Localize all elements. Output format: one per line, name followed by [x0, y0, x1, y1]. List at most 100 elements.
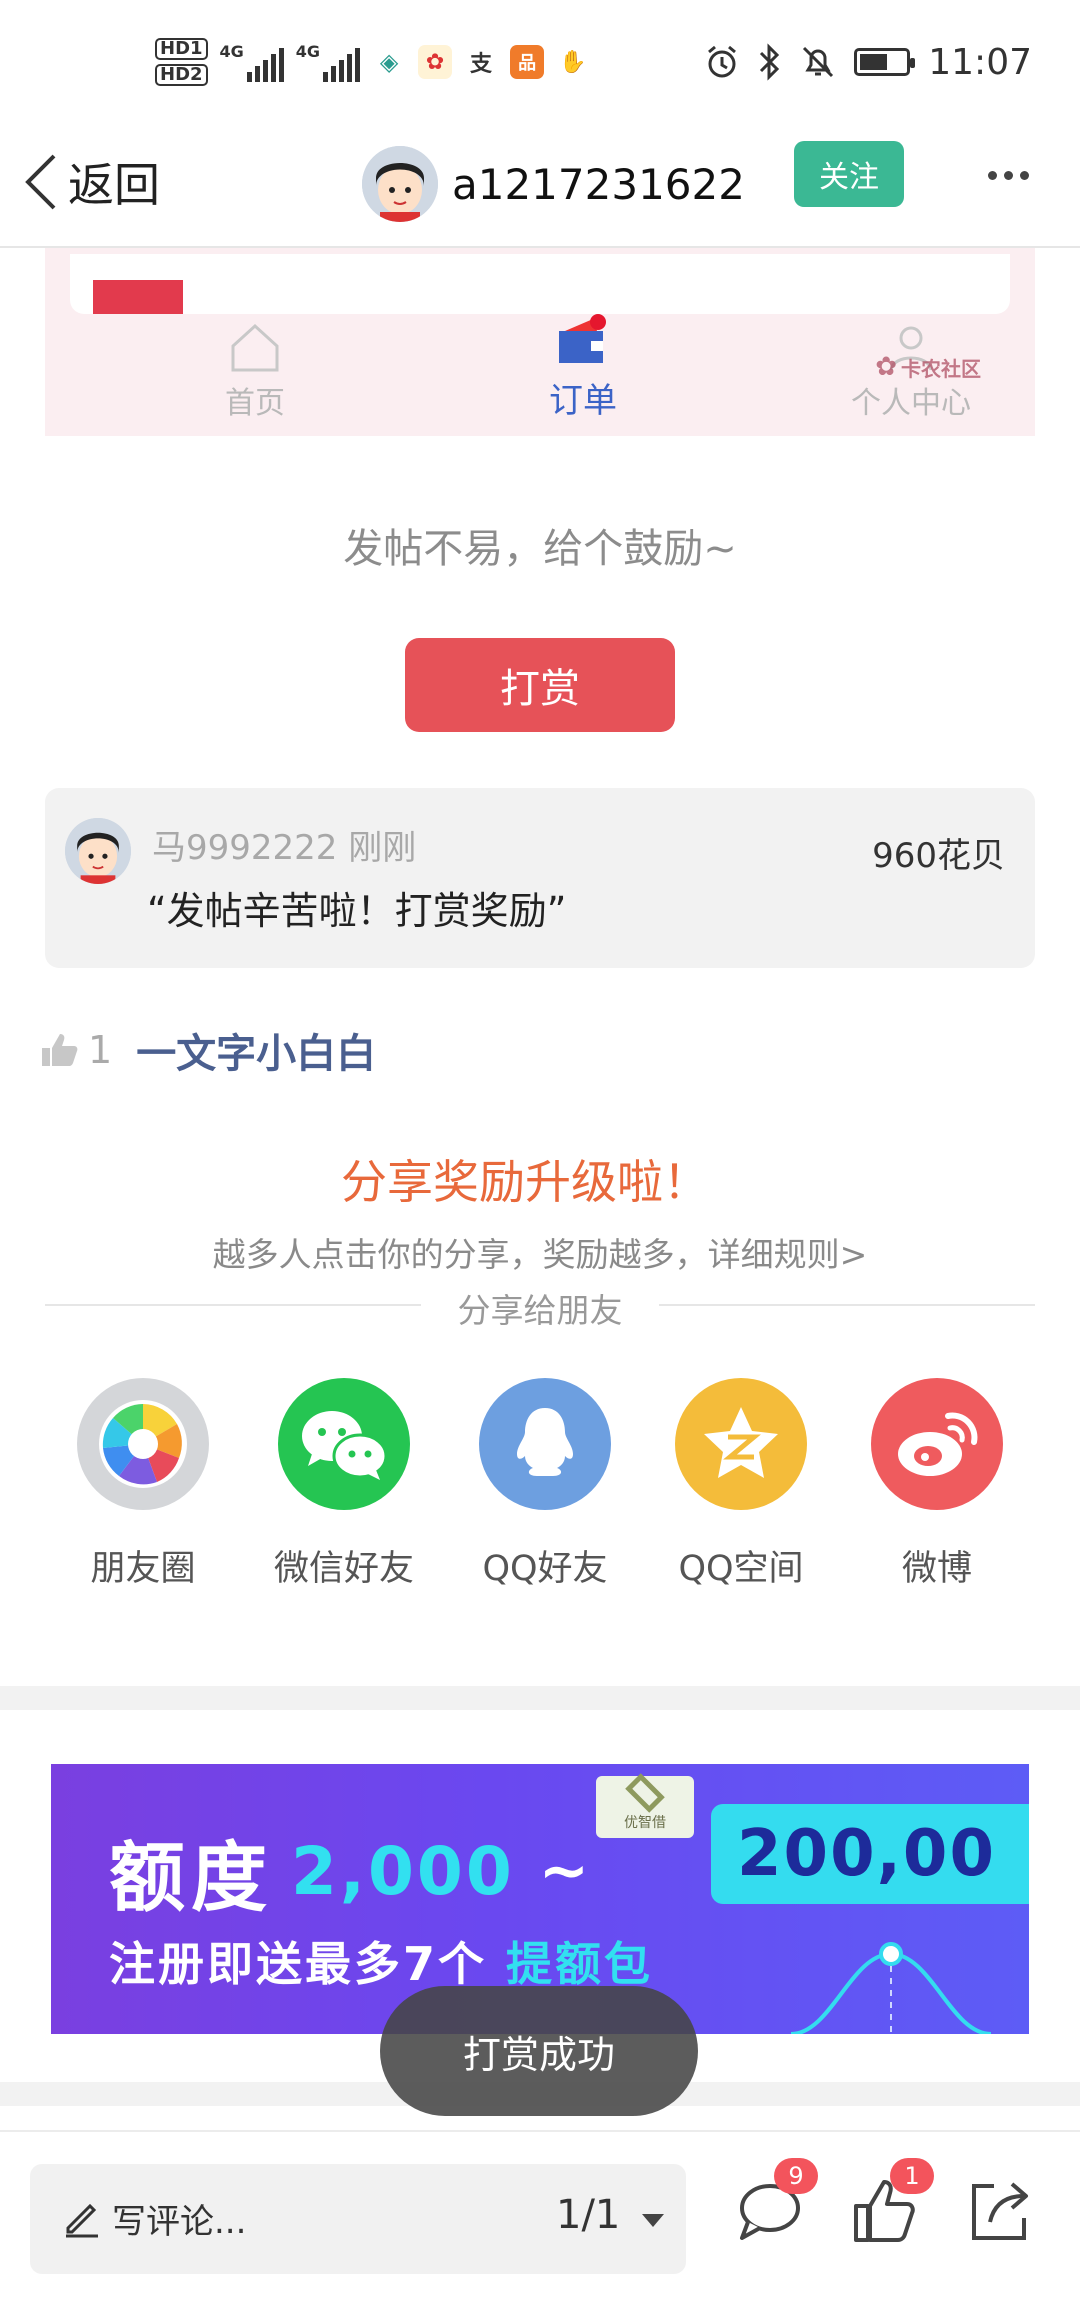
share-label: 微博	[901, 1549, 972, 1589]
ad-subline-main: 注册即送最多7个	[109, 1937, 488, 1991]
embedded-tab-label: 个人中心	[851, 386, 971, 421]
thumb-up-icon	[42, 1034, 78, 1066]
bluetooth-icon	[760, 43, 780, 81]
ad-curve-graphic	[791, 1942, 992, 2034]
status-bar: HD1 HD2 4G 4G ◈ ✿ 支 品 ✋ 11:07	[0, 0, 1080, 120]
reward-message: “发帖辛苦啦！打赏奖励”	[147, 889, 567, 933]
signal-icon-2: 4G	[295, 42, 361, 82]
alipay-icon: 支	[470, 52, 493, 77]
mobile-app-icon: ◈	[379, 48, 399, 76]
watermark: ✿ 卡农社区	[875, 352, 981, 382]
qq-icon	[479, 1378, 611, 1510]
toast-message: 打赏成功	[380, 1986, 698, 2116]
share-rules-link[interactable]: 越多人点击你的分享，奖励越多，详细规则>	[0, 1228, 1080, 1276]
embedded-mail-icon	[93, 280, 183, 314]
network-type-label-2: 4G	[295, 42, 321, 61]
likes-row: 1 一文字小白白	[40, 1020, 376, 1080]
ad-logo-text: 优智借	[624, 1815, 666, 1831]
like-count: 1	[88, 1028, 113, 1072]
comment-input[interactable]: 写评论... 1/1	[30, 2164, 686, 2274]
comment-placeholder: 写评论...	[112, 2202, 247, 2242]
share-label: QQ空间	[678, 1549, 804, 1589]
ad-headline-word: 额度	[109, 1833, 273, 1922]
comment-count-badge: 9	[774, 2158, 818, 2194]
home-icon	[231, 323, 279, 372]
embedded-card	[70, 254, 1010, 314]
ad-logo: 优智借	[596, 1773, 694, 1838]
battery-fill	[860, 54, 887, 70]
more-options-button[interactable]	[978, 145, 1038, 205]
moments-icon	[77, 1378, 209, 1510]
follow-button[interactable]: 关注	[794, 141, 904, 207]
share-moments-button[interactable]: 朋友圈	[58, 1378, 228, 1591]
more-dot-icon	[987, 170, 997, 180]
embedded-tab-label: 首页	[225, 386, 285, 421]
ad-headline-number: 2,000	[291, 1832, 515, 1910]
share-qzone-button[interactable]: QQ空间	[656, 1378, 826, 1591]
author-info[interactable]: a1217231622	[362, 134, 745, 234]
share-divider: 分享给朋友	[45, 1284, 1035, 1330]
qzone-icon	[675, 1378, 807, 1510]
status-right-icons: 11:07	[704, 30, 1032, 94]
mute-bell-icon	[803, 46, 834, 78]
share-label: 朋友圈	[90, 1549, 196, 1589]
rewarder-name[interactable]: 马9992222	[152, 828, 337, 868]
section-divider	[0, 1686, 1080, 1710]
embedded-tab-home: 首页	[155, 314, 355, 436]
ad-logo-icon	[625, 1773, 665, 1813]
bottom-bar: 写评论... 1/1 9 1	[0, 2130, 1080, 2310]
clock: 11:07	[928, 41, 1032, 83]
watermark-flower-icon: ✿	[875, 352, 897, 382]
reward-button[interactable]: 打赏	[405, 638, 675, 732]
back-label: 返回	[68, 158, 160, 212]
alarm-icon	[708, 45, 737, 78]
hd2-label: HD2	[155, 64, 208, 86]
watermark-text: 卡农社区	[901, 356, 981, 381]
wechat-icon	[278, 1378, 410, 1510]
shop-app-icon: 品	[510, 45, 545, 79]
reward-amount: 960花贝	[872, 836, 1005, 876]
share-qq-button[interactable]: QQ好友	[460, 1378, 630, 1591]
signal-icon: 4G	[220, 42, 284, 82]
ad-headline: 额度 2,000 ~	[109, 1816, 589, 1926]
share-icon	[972, 2182, 1028, 2240]
reward-meta: 马9992222 刚刚	[152, 820, 416, 869]
pencil-icon	[66, 2203, 98, 2238]
share-button[interactable]	[964, 2176, 1034, 2246]
liker-name[interactable]: 一文字小白白	[136, 1021, 376, 1079]
share-label: QQ好友	[482, 1549, 608, 1589]
share-title: 分享奖励升级啦！	[341, 1155, 709, 1209]
embedded-screenshot: 首页 订单 个人中心 ✿ 卡农社区	[45, 248, 1035, 436]
share-weibo-button[interactable]: 微博	[852, 1378, 1022, 1591]
hd1-label: HD1	[155, 38, 208, 60]
share-divider-text: 分享给朋友	[457, 1291, 623, 1330]
hand-app-icon: ✋	[559, 49, 587, 75]
like-count-badge: 1	[890, 2158, 934, 2194]
ad-headline-box: 200,00	[711, 1804, 1029, 1904]
share-wechat-button[interactable]: 微信好友	[259, 1378, 429, 1591]
reward-time: 刚刚	[348, 828, 417, 868]
hd-indicator: HD1 HD2	[155, 38, 208, 86]
like-button[interactable]: 1	[850, 2158, 934, 2246]
back-button[interactable]: 返回	[22, 142, 160, 222]
chevron-left-icon	[25, 154, 56, 210]
ad-subline-highlight: 提额包	[506, 1937, 654, 1991]
ad-subline: 注册即送最多7个 提额包	[109, 1928, 653, 1994]
battery-icon	[854, 48, 916, 76]
caret-down-icon[interactable]	[642, 2214, 664, 2227]
embedded-tab-orders: 订单	[483, 314, 683, 436]
network-type-label: 4G	[219, 42, 244, 61]
share-label: 微信好友	[273, 1549, 414, 1589]
flower-app-icon: ✿	[418, 45, 453, 79]
weibo-icon	[871, 1378, 1003, 1510]
status-left-icons: HD1 HD2 4G 4G ◈ ✿ 支 品 ✋	[155, 32, 590, 92]
ad-headline-tilde: ~	[538, 1836, 590, 1906]
comments-button[interactable]: 9	[734, 2158, 818, 2246]
page-indicator[interactable]: 1/1	[556, 2192, 620, 2238]
rewarder-avatar[interactable]	[65, 818, 131, 884]
notification-dot	[590, 314, 606, 330]
embedded-tab-label: 订单	[549, 381, 617, 421]
nav-bar: 返回 a1217231622 关注	[0, 120, 1080, 248]
reward-record: 马9992222 刚刚 “发帖辛苦啦！打赏奖励” 960花贝	[45, 788, 1035, 968]
author-avatar[interactable]	[362, 146, 438, 222]
